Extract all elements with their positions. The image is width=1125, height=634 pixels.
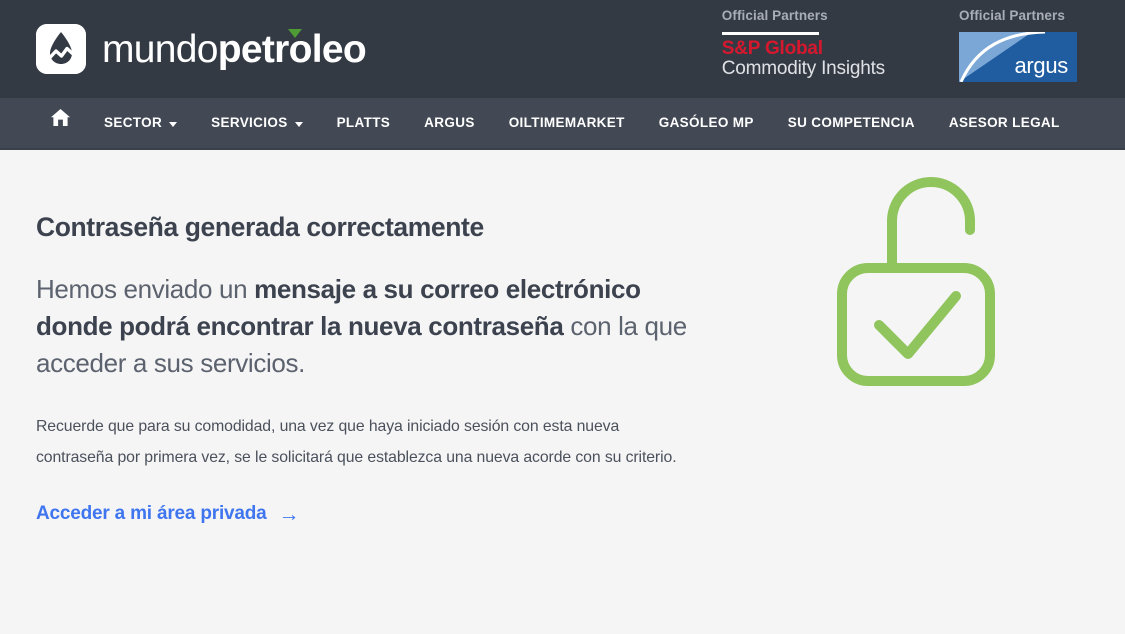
partner-sp-global: Official Partners S&P Global Commodity I… — [721, 8, 885, 80]
nav-item-argus[interactable]: ARGUS — [407, 97, 492, 149]
nav-item-label: OILTIMEMARKET — [508, 115, 625, 130]
argus-wordmark: argus — [1014, 53, 1068, 78]
confirmation-message: Hemos enviado un mensaje a su correo ele… — [36, 271, 708, 382]
nav-item-label: SU COMPETENCIA — [787, 115, 915, 130]
main-navigation: SECTOR SERVICIOS PLATTS ARGUS OILTIMEMAR… — [0, 98, 1125, 150]
nav-item-sector[interactable]: SECTOR — [87, 97, 194, 149]
brand-logo[interactable]: mundopetroleo — [36, 24, 367, 74]
nav-item-label: ASESOR LEGAL — [948, 115, 1060, 130]
partner-argus: Official Partners argus — [959, 8, 1077, 82]
nav-item-label: SERVICIOS — [211, 115, 288, 130]
nav-item-home[interactable] — [34, 97, 87, 149]
page-content: Contraseña generada correctamente Hemos … — [0, 150, 1125, 634]
nav-item-label: PLATTS — [336, 115, 391, 130]
nav-item-label: SECTOR — [104, 115, 163, 130]
sp-global-rule — [721, 32, 819, 35]
oil-drop-chart-icon — [36, 24, 86, 74]
nav-item-platts[interactable]: PLATTS — [320, 97, 408, 149]
sp-global-subtitle: Commodity Insights — [721, 58, 885, 80]
brand-wordmark: mundopetroleo — [102, 27, 367, 71]
partner-caption: Official Partners — [959, 8, 1065, 23]
nav-item-label: GASÓLEO MP — [658, 115, 754, 130]
sp-global-logo: S&P Global Commodity Insights — [721, 32, 885, 80]
nav-item-su-competencia[interactable]: SU COMPETENCIA — [771, 97, 932, 149]
confirmation-message-part1: Hemos enviado un — [36, 274, 255, 304]
official-partners: Official Partners S&P Global Commodity I… — [721, 0, 1125, 98]
argus-logo: argus — [959, 32, 1077, 82]
arrow-right-icon: → — [278, 502, 300, 526]
green-triangle-accent-icon — [288, 28, 302, 38]
unlocked-padlock-check-icon — [836, 168, 1026, 388]
go-to-private-area-link[interactable]: Acceder a mi área privada → — [36, 502, 300, 526]
nav-item-label: ARGUS — [424, 115, 475, 130]
site-header: mundopetroleo Official Partners S&P Glob… — [0, 0, 1125, 98]
sp-global-name: S&P Global — [721, 38, 823, 59]
nav-item-asesor-legal[interactable]: ASESOR LEGAL — [932, 97, 1077, 149]
chevron-down-icon — [294, 121, 303, 127]
nav-item-gasoleo-mp[interactable]: GASÓLEO MP — [642, 97, 771, 149]
nav-item-servicios[interactable]: SERVICIOS — [194, 97, 319, 149]
reminder-note: Recuerde que para su comodidad, una vez … — [36, 417, 677, 466]
nav-item-oiltimemarket[interactable]: OILTIMEMARKET — [492, 97, 642, 149]
chevron-down-icon — [169, 121, 178, 127]
brand-name-light: mundo — [102, 27, 218, 71]
partner-caption: Official Partners — [721, 8, 828, 23]
cta-label: Acceder a mi área privada — [36, 503, 267, 525]
home-icon — [50, 97, 71, 149]
